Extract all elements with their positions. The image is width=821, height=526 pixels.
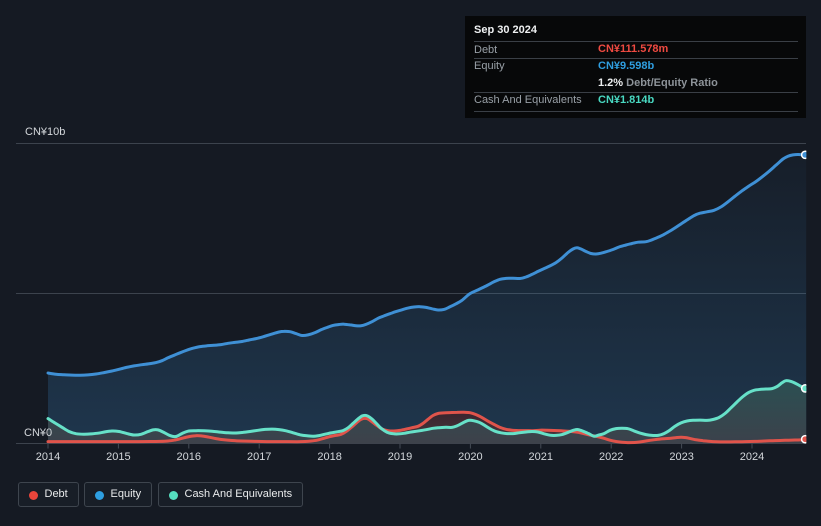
svg-text:2023: 2023 <box>669 451 693 463</box>
svg-text:2024: 2024 <box>740 451 764 463</box>
svg-text:2021: 2021 <box>529 451 553 463</box>
svg-text:2016: 2016 <box>177 451 201 463</box>
svg-text:2019: 2019 <box>388 451 412 463</box>
svg-text:2020: 2020 <box>458 451 482 463</box>
svg-text:2014: 2014 <box>36 451 60 463</box>
svg-text:2017: 2017 <box>247 451 271 463</box>
svg-text:2018: 2018 <box>317 451 341 463</box>
svg-text:2015: 2015 <box>106 451 130 463</box>
svg-text:CN¥0: CN¥0 <box>24 427 52 439</box>
svg-text:CN¥10b: CN¥10b <box>25 126 65 138</box>
svg-text:2022: 2022 <box>599 451 623 463</box>
